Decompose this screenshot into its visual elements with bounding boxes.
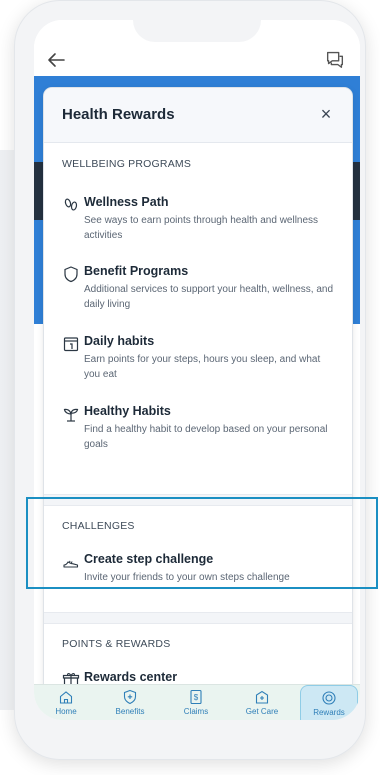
- section-heading-wellbeing: WELLBEING PROGRAMS: [62, 158, 192, 170]
- home-icon: [59, 691, 73, 704]
- phone-notch: [133, 20, 261, 42]
- back-arrow-icon[interactable]: [44, 48, 68, 72]
- section-divider: [44, 494, 352, 506]
- tab-home[interactable]: Home: [38, 689, 94, 720]
- sheet-header: Health Rewards ×: [44, 88, 352, 143]
- tab-label: Get Care: [245, 707, 279, 716]
- item-description: Find a healthy habit to develop based on…: [84, 424, 328, 450]
- chat-icon[interactable]: [324, 48, 346, 70]
- section-divider: [44, 612, 352, 624]
- section-heading-points-rewards: POINTS & REWARDS: [62, 638, 171, 650]
- item-description: Invite your friends to your own steps ch…: [84, 572, 290, 583]
- shield-icon: [64, 266, 78, 283]
- item-title: Wellness Path: [84, 195, 169, 209]
- dollar-doc-icon: $: [190, 689, 202, 705]
- clinic-icon: [255, 690, 269, 704]
- health-rewards-sheet: Health Rewards × WELLBEING PROGRAMS Well…: [44, 88, 352, 698]
- close-icon[interactable]: ×: [316, 104, 336, 124]
- item-title: Healthy Habits: [84, 404, 171, 418]
- rewards-icon: [322, 691, 336, 705]
- item-description: Additional services to support your heal…: [84, 284, 334, 310]
- phone-screen: Health Rewards × WELLBEING PROGRAMS Well…: [34, 20, 360, 720]
- sneaker-icon: [63, 560, 79, 568]
- sprout-icon: [63, 408, 79, 422]
- svg-text:$: $: [194, 693, 199, 702]
- tab-benefits[interactable]: Benefits: [102, 689, 158, 720]
- item-description: Earn points for your steps, hours you sl…: [84, 354, 321, 380]
- sheet-title: Health Rewards: [62, 106, 175, 123]
- calendar-icon: [63, 337, 79, 352]
- item-description: See ways to earn points through health a…: [84, 215, 319, 241]
- tab-label: Rewards: [313, 708, 345, 717]
- tab-label: Claims: [183, 707, 209, 716]
- item-title: Rewards center: [84, 670, 178, 684]
- shield-plus-icon: [123, 689, 137, 705]
- item-title: Daily habits: [84, 334, 155, 348]
- tab-get-care[interactable]: Get Care: [234, 689, 290, 720]
- section-heading-challenges: CHALLENGES: [62, 520, 135, 532]
- item-title: Benefit Programs: [84, 264, 189, 278]
- item-title: Create step challenge: [84, 552, 214, 566]
- footsteps-icon: [64, 198, 78, 211]
- tab-rewards[interactable]: Rewards: [300, 685, 358, 720]
- tab-claims[interactable]: $ Claims: [168, 689, 224, 720]
- tab-label: Benefits: [115, 707, 145, 716]
- tab-label: Home: [55, 707, 77, 716]
- bottom-tab-bar: Home Benefits $ Claims Get Care Rewards: [34, 684, 360, 720]
